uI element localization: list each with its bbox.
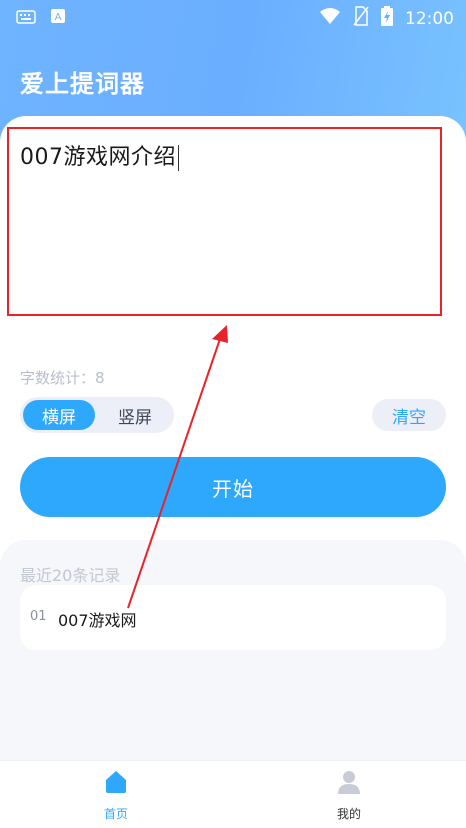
- svg-text:A: A: [55, 12, 62, 23]
- text-input-icon: A: [50, 8, 66, 29]
- text-caret: [178, 145, 179, 171]
- landscape-option[interactable]: 横屏: [23, 400, 95, 430]
- history-item[interactable]: 01 007游戏网: [20, 585, 446, 650]
- orientation-toggle: 横屏 竖屏: [20, 397, 174, 433]
- portrait-option[interactable]: 竖屏: [99, 400, 171, 430]
- history-item-index: 01: [30, 609, 47, 624]
- status-time: 12:00: [405, 8, 454, 29]
- tab-mine-label: 我的: [336, 807, 361, 821]
- word-count: 字数统计：8: [20, 369, 105, 387]
- tab-bar: 首页 我的: [0, 760, 466, 828]
- app-title: 爱上提词器: [20, 70, 145, 98]
- tab-home-label: 首页: [103, 807, 128, 821]
- history-item-text: 007游戏网: [58, 611, 137, 630]
- history-title: 最近20条记录: [20, 566, 121, 585]
- tab-mine[interactable]: 我的: [309, 769, 389, 825]
- start-button[interactable]: 开始: [20, 457, 446, 517]
- battery-charging-icon: [381, 6, 393, 31]
- no-sim-icon: [353, 6, 369, 31]
- keyboard-icon: [16, 9, 36, 29]
- home-icon: [103, 769, 129, 799]
- wifi-icon: [319, 7, 341, 30]
- tab-home[interactable]: 首页: [76, 769, 156, 825]
- text-content: 007游戏网介绍: [20, 145, 176, 170]
- user-icon: [336, 769, 362, 799]
- status-bar: A 12:00: [0, 0, 466, 34]
- teleprompter-text[interactable]: 007游戏网介绍: [20, 139, 179, 171]
- clear-button[interactable]: 清空: [372, 399, 446, 431]
